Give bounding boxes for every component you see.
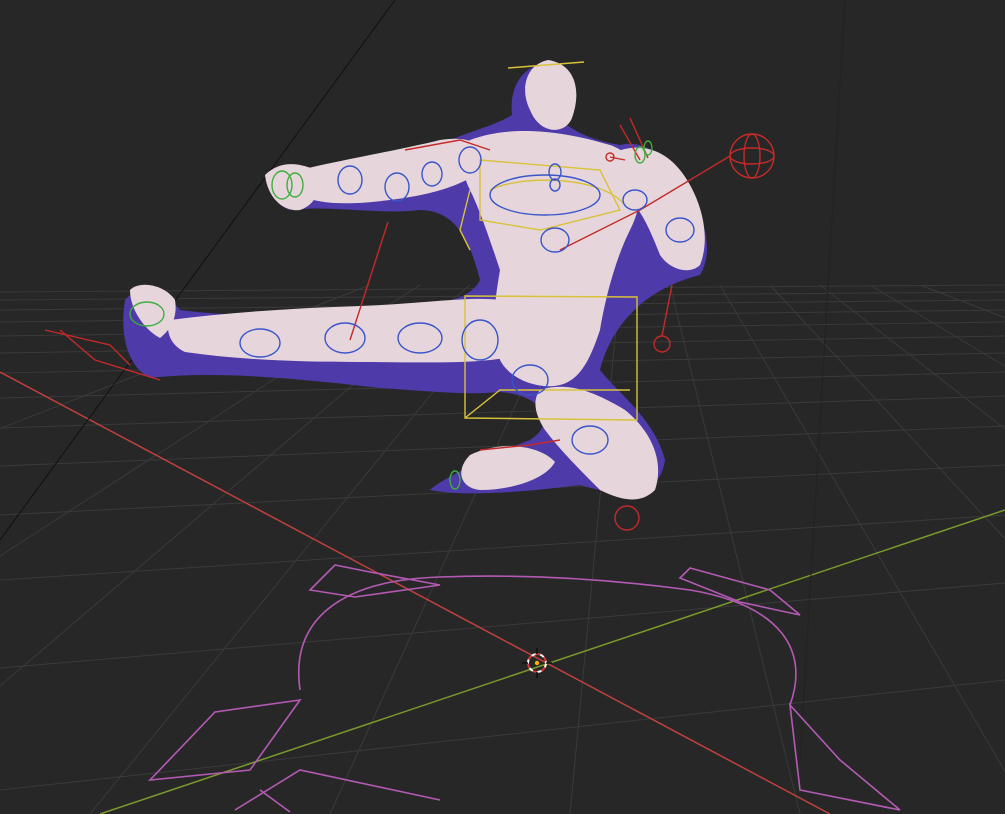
viewport-scene[interactable]: [0, 0, 1005, 814]
character-mesh[interactable]: [123, 60, 708, 500]
3d-viewport[interactable]: [0, 0, 1005, 814]
camera-guide-line: [0, 0, 396, 541]
light-guide-line: [799, 0, 846, 761]
y-axis-line: [99, 509, 1005, 814]
